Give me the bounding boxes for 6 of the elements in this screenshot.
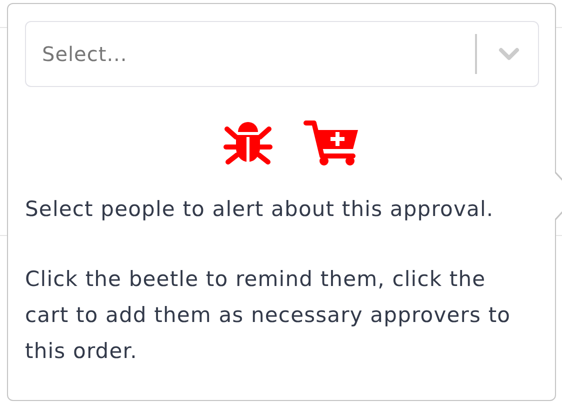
help-text: Click the beetle to remind them, click the cart to add them as necessary approvers to this order. [25,266,512,365]
select-dropdown[interactable]: Select... [25,21,539,87]
help-text: Select people to alert about this approval. [25,196,495,223]
chevron-down-icon [498,47,520,61]
cart-plus-button[interactable] [303,118,361,166]
select-input[interactable]: Select... [42,42,465,66]
